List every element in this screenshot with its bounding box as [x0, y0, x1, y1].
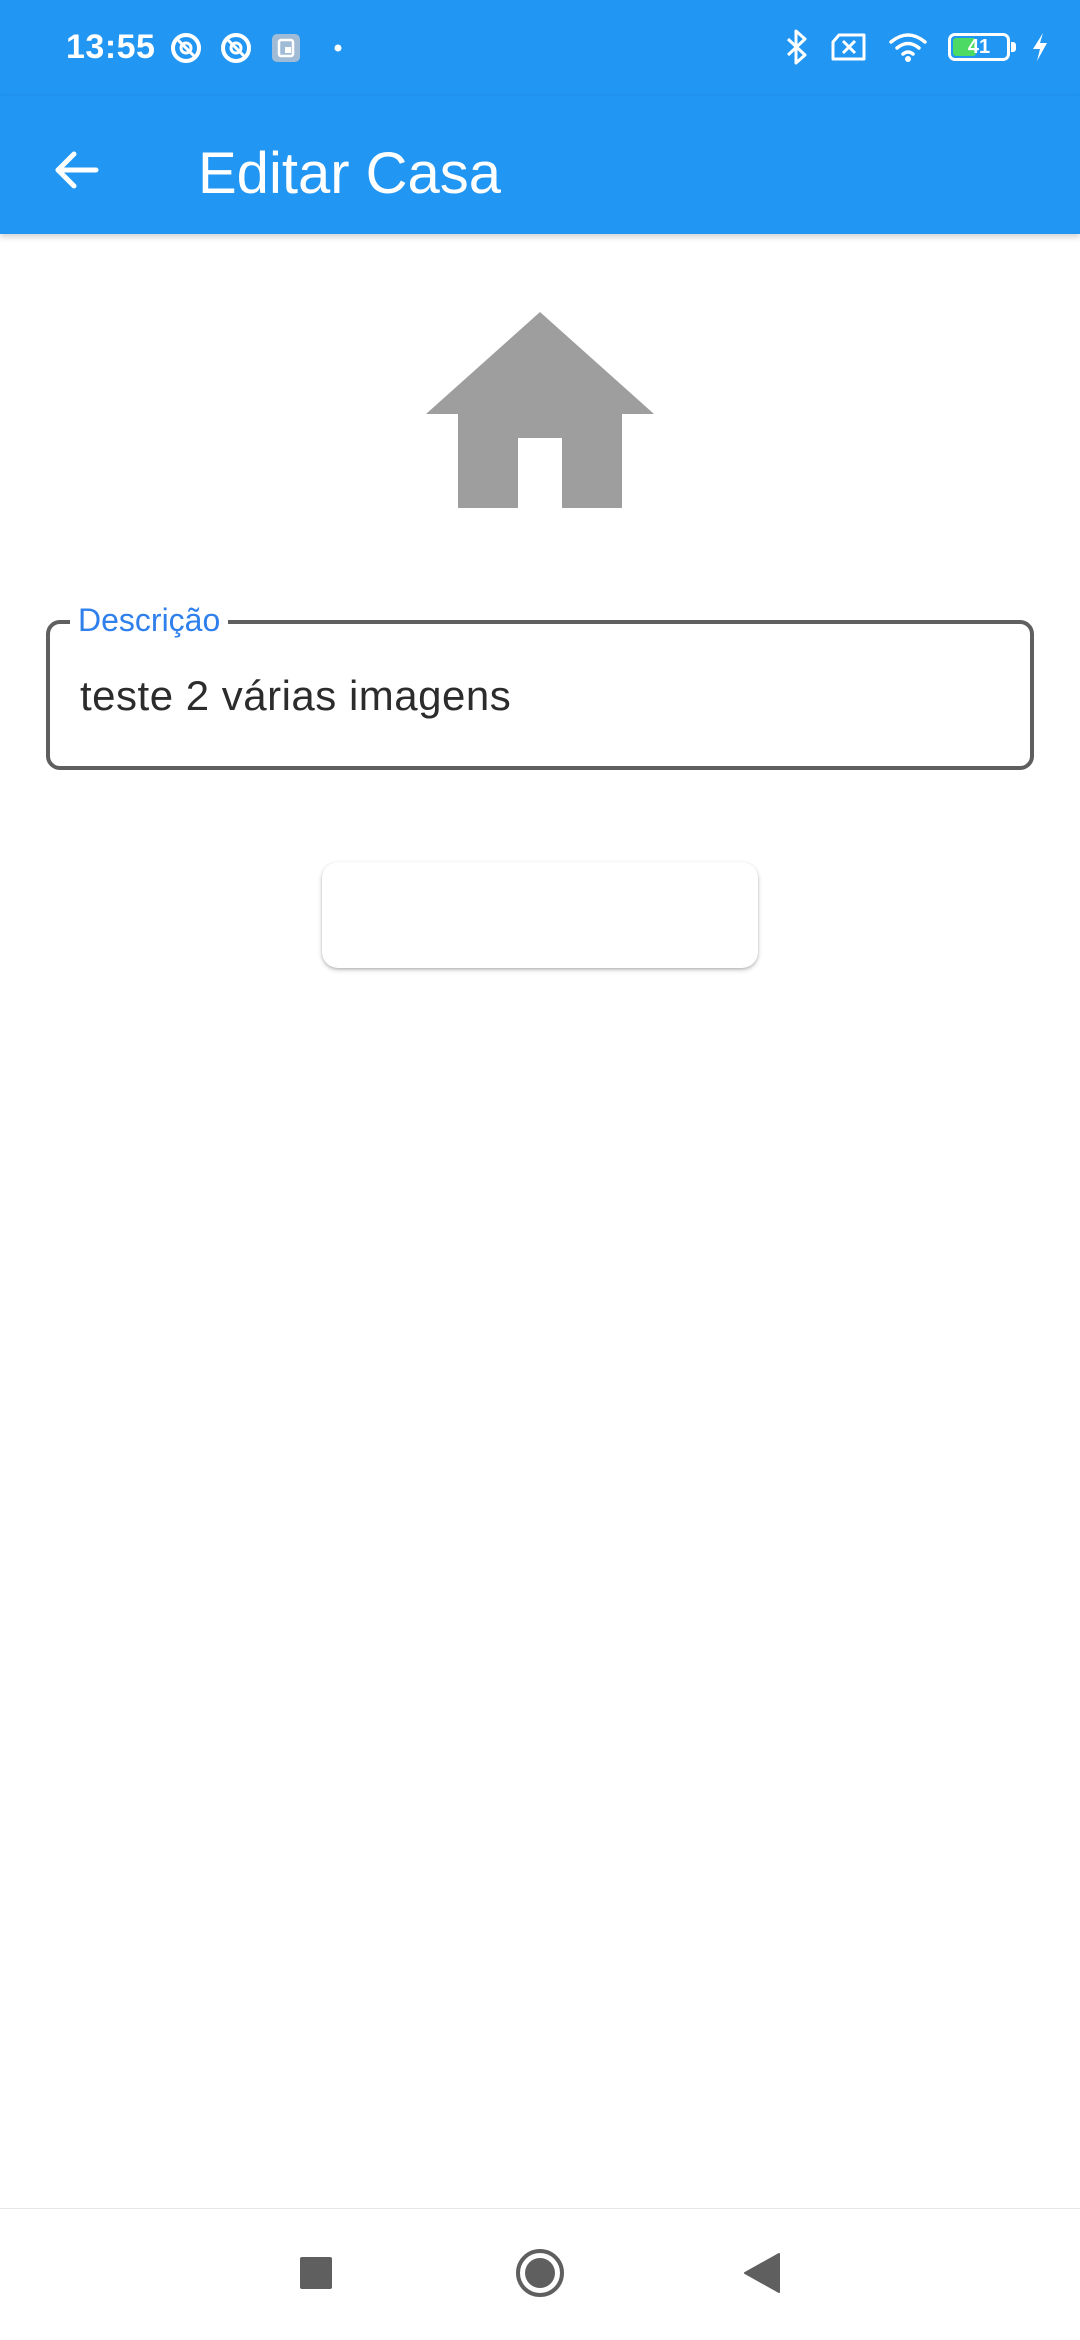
back-button[interactable] [36, 132, 116, 212]
app-bar: Editar Casa [0, 96, 1080, 234]
home-button[interactable] [480, 2209, 600, 2340]
wifi-icon [888, 31, 928, 63]
status-time: 13:55 [66, 28, 156, 66]
nav-back-button[interactable] [702, 2209, 822, 2340]
bluetooth-icon [784, 28, 810, 66]
description-value[interactable]: teste 2 várias imagens [80, 672, 511, 720]
recents-button[interactable] [256, 2209, 376, 2340]
status-left-icons [168, 30, 348, 66]
recents-square-icon [299, 2256, 333, 2295]
dot-icon [318, 30, 348, 66]
battery-level: 41 [967, 36, 991, 58]
charging-icon [1030, 31, 1050, 63]
data-saver-icon [218, 30, 254, 66]
status-bar: 13:55 41 [0, 0, 1080, 96]
data-saver-icon [168, 30, 204, 66]
battery-cap [1011, 42, 1016, 52]
description-label: Descrição [70, 600, 229, 640]
screen: 13:55 41 Editar Casa Descrição teste 2 v… [0, 0, 1080, 2340]
page-title: Editar Casa [198, 141, 502, 206]
save-button[interactable] [322, 862, 758, 968]
status-right-icons: 41 [784, 28, 1050, 66]
back-triangle-icon [743, 2252, 781, 2299]
battery-icon: 41 [948, 33, 1016, 61]
arrow-back-icon [50, 144, 102, 201]
home-circle-icon [514, 2247, 566, 2304]
screen-record-icon [268, 30, 304, 66]
description-field[interactable]: Descrição teste 2 várias imagens [46, 600, 1034, 770]
house-icon[interactable] [426, 312, 654, 508]
no-sim-icon [830, 32, 868, 62]
navigation-bar [0, 2208, 1080, 2340]
